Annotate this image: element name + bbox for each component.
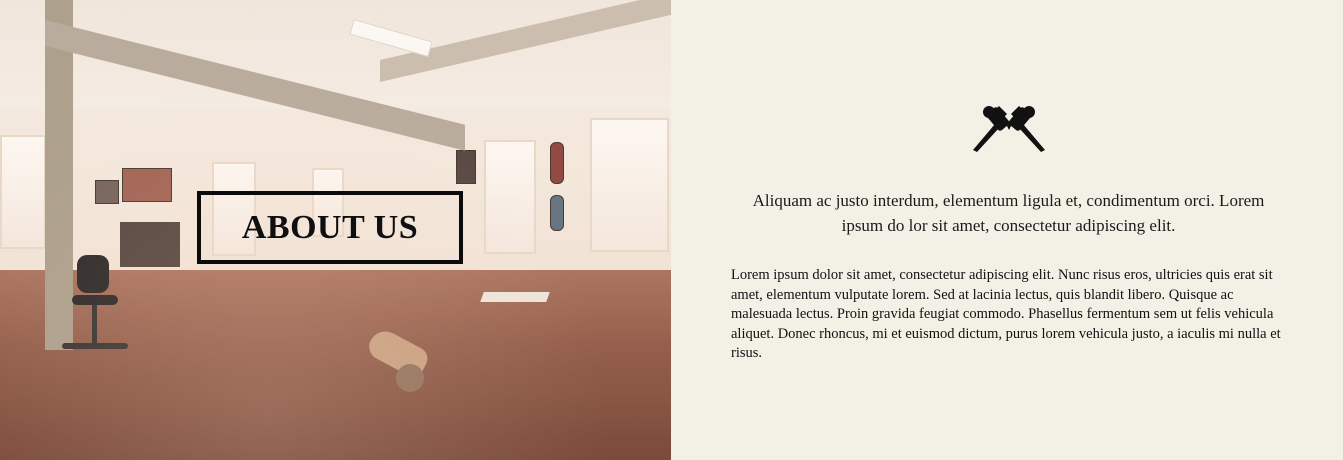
about-section: ABOUT US Aliquam ac justo interdum, elem… bbox=[0, 0, 1343, 460]
studio-photo: ABOUT US bbox=[0, 0, 671, 460]
lead-paragraph: Aliquam ac justo interdum, elementum lig… bbox=[752, 191, 1265, 235]
about-content: Aliquam ac justo interdum, elementum lig… bbox=[671, 0, 1343, 460]
crossed-tattoo-machines-icon bbox=[973, 106, 1045, 152]
about-title-box: ABOUT US bbox=[197, 191, 463, 264]
page-title: ABOUT US bbox=[241, 208, 419, 246]
body-paragraph: Lorem ipsum dolor sit amet, consectetur … bbox=[731, 267, 1281, 361]
